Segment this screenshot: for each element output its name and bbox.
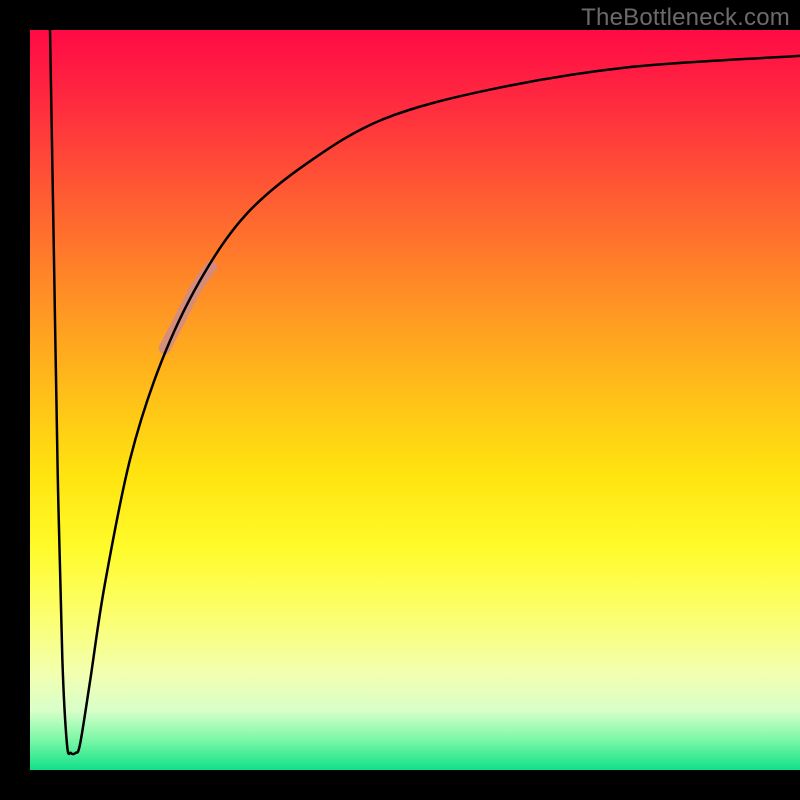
watermark-text: TheBottleneck.com: [581, 4, 790, 32]
chart-frame: TheBottleneck.com: [0, 0, 800, 800]
bottleneck-curve: [50, 30, 800, 754]
plot-area: [30, 30, 800, 770]
curve-overlay: [30, 30, 800, 770]
